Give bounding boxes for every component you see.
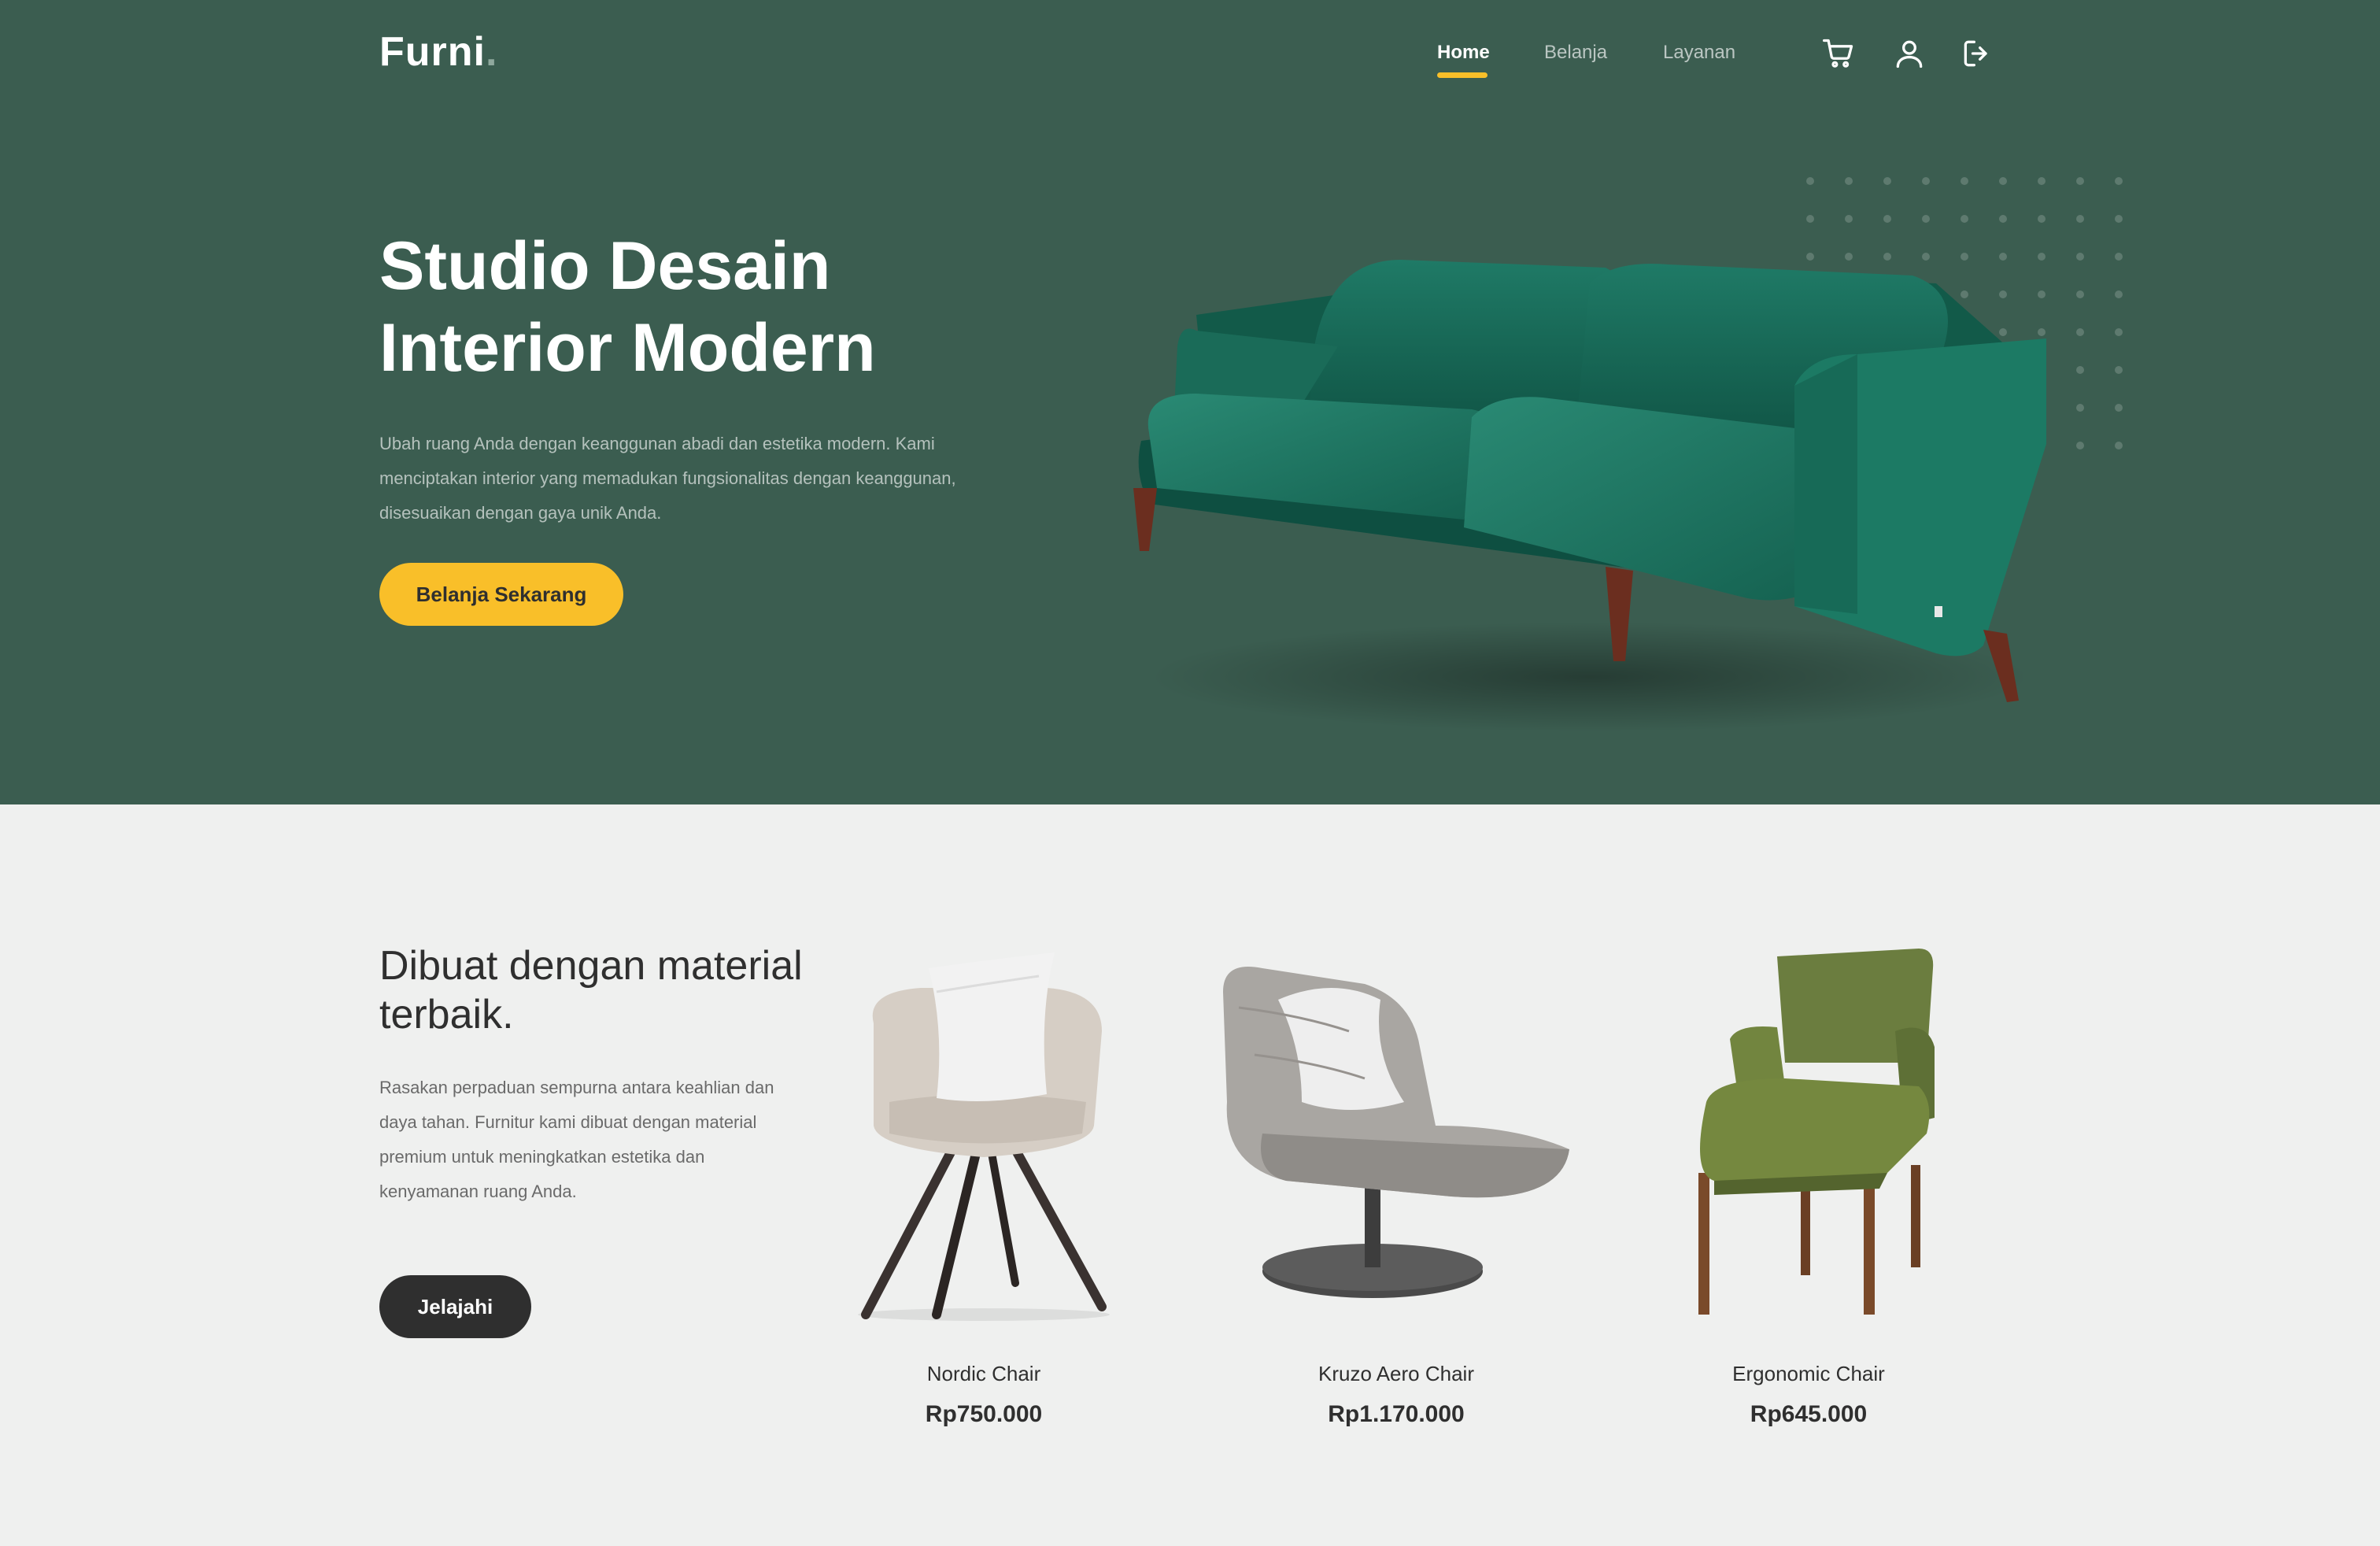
logo[interactable]: Furni. [379, 28, 497, 76]
product-name: Ergonomic Chair [1732, 1362, 1885, 1385]
product-card-nordic-chair[interactable]: Nordic Chair Rp750.000 [779, 945, 1188, 1448]
product-name: Kruzo Aero Chair [1318, 1362, 1474, 1385]
kruzo-aero-chair-image [1223, 967, 1569, 1298]
logo-dot: . [485, 29, 498, 75]
hero-title-line2: Interior Modern [379, 310, 876, 386]
materials-title: Dibuat dengan material terbaik. [379, 943, 803, 1037]
nordic-chair-image [858, 952, 1110, 1321]
product-price: Rp750.000 [925, 1401, 1043, 1427]
product-price: Rp645.000 [1750, 1401, 1868, 1427]
product-price: Rp1.170.000 [1328, 1401, 1465, 1427]
ergonomic-chair-image [1698, 949, 1935, 1315]
shop-now-button[interactable]: Belanja Sekarang [379, 563, 623, 626]
nav-link-layanan[interactable]: Layanan [1663, 42, 1735, 64]
user-icon[interactable] [1892, 36, 1927, 71]
hero-title-line1: Studio Desain [379, 228, 831, 304]
sofa-image [1133, 260, 2046, 732]
cart-icon[interactable] [1821, 36, 1856, 71]
hero-title: Studio Desain Interior Modern [379, 225, 1088, 389]
hero-section: Furni. Home Belanja Layanan Studio Desai… [0, 0, 2380, 804]
nav-link-home[interactable]: Home [1437, 42, 1490, 64]
logo-text: Furni [379, 29, 486, 75]
product-card-kruzo-aero-chair[interactable]: Kruzo Aero Chair Rp1.170.000 [1192, 945, 1601, 1448]
nav-active-indicator [1437, 72, 1488, 78]
hero-description: Ubah ruang Anda dengan keanggunan abadi … [379, 434, 956, 523]
product-card-ergonomic-chair[interactable]: Ergonomic Chair Rp645.000 [1604, 945, 2013, 1448]
product-name: Nordic Chair [926, 1362, 1041, 1385]
explore-button[interactable]: Jelajahi [379, 1275, 531, 1338]
materials-description: Rasakan perpaduan sempurna antara keahli… [379, 1078, 774, 1201]
logout-icon[interactable] [1960, 36, 1994, 71]
nav-link-belanja[interactable]: Belanja [1544, 42, 1607, 64]
